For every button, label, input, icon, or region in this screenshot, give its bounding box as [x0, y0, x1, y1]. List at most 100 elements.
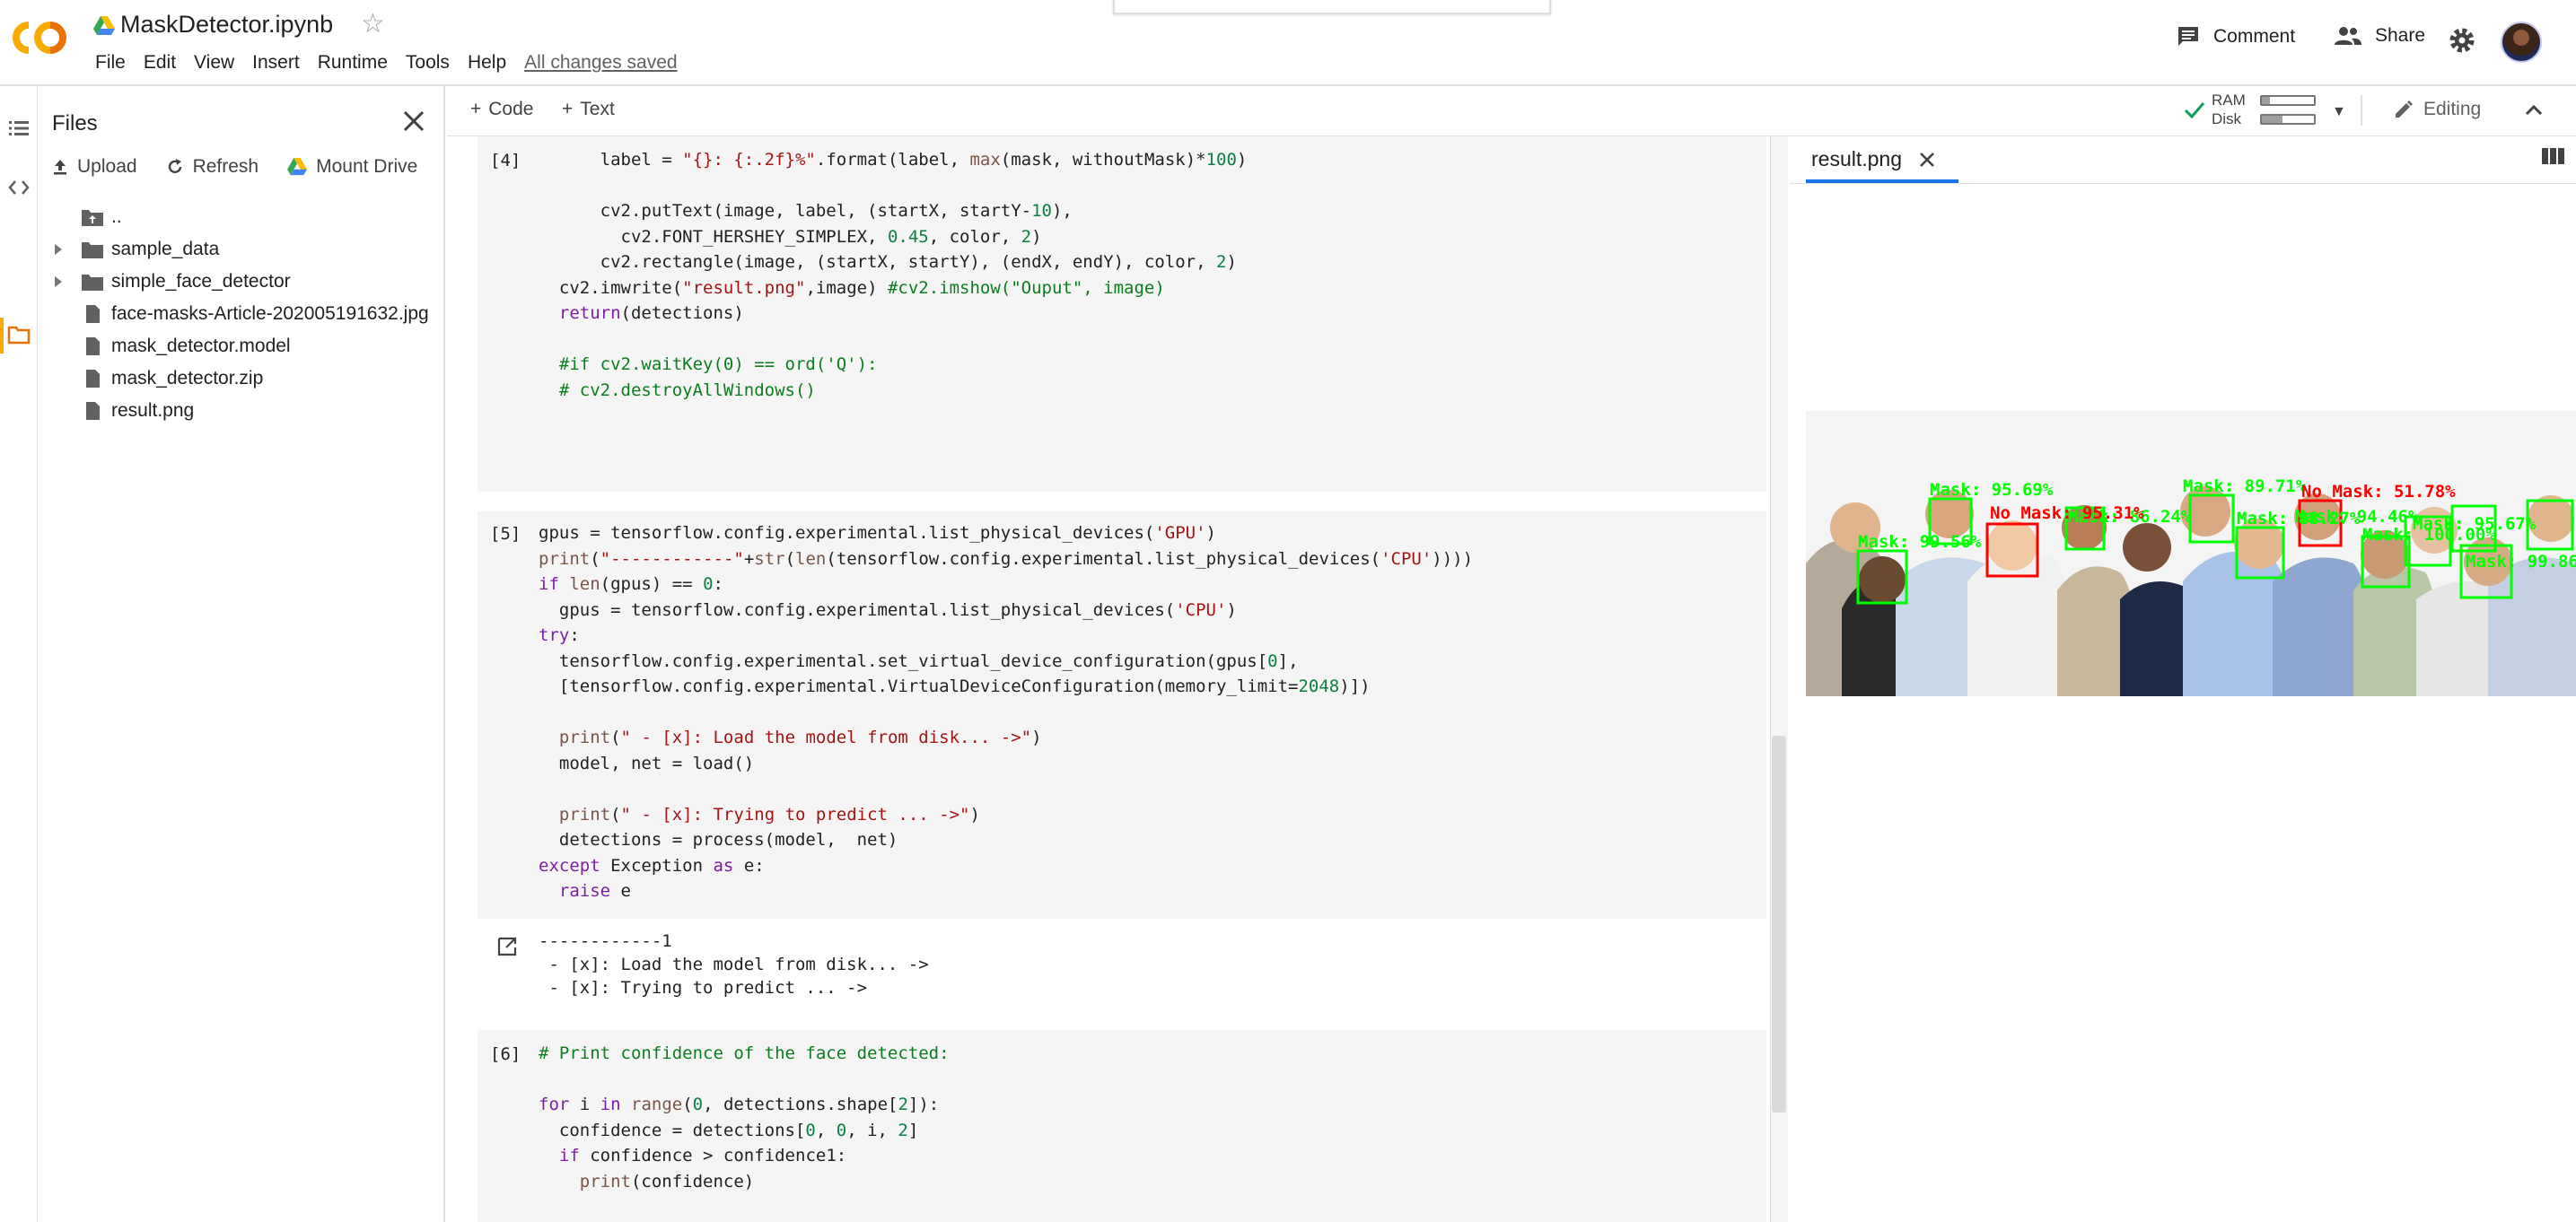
detection-label: No Mask: 95.31% [1990, 503, 2144, 523]
google-drive-icon [93, 16, 115, 35]
refresh-button[interactable]: Refresh [166, 156, 259, 178]
tree-item-mask-detector-model[interactable]: mask_detector.model [38, 330, 445, 362]
comment-label: Comment [2213, 26, 2296, 47]
add-text-label: Text [580, 99, 615, 119]
code-cell[interactable]: [6] # Print confidence of the face detec… [478, 1030, 1846, 1222]
menu-view[interactable]: View [185, 52, 243, 74]
file-icon [86, 402, 100, 420]
tree-item-result-png[interactable]: result.png [38, 395, 445, 427]
expand-arrow-icon[interactable] [52, 275, 65, 288]
pencil-icon [2396, 100, 2413, 118]
cell-execution-count: [5] [490, 524, 521, 544]
files-actions: Upload Refresh Mount Drive [52, 156, 417, 178]
folder-icon [82, 275, 103, 291]
save-status-link[interactable]: All changes saved [515, 52, 686, 74]
file-icon [86, 370, 100, 388]
cell-code[interactable]: # Print confidence of the face detected:… [539, 1041, 950, 1194]
expand-arrow-icon[interactable] [52, 243, 65, 256]
viewer-tab-result-png[interactable]: result.png [1811, 147, 1936, 171]
cell-execution-count: [6] [490, 1044, 521, 1064]
refresh-icon [168, 159, 181, 174]
notebook-title[interactable]: MaskDetector.ipynb [120, 11, 333, 39]
output-menu-icon[interactable] [495, 935, 521, 958]
tree-item-label: mask_detector.model [111, 336, 291, 356]
add-code-button[interactable]: + Code [470, 99, 533, 120]
tree-item-mask-detector-zip[interactable]: mask_detector.zip [38, 362, 445, 395]
ram-usage-bar[interactable] [2260, 95, 2316, 106]
menu-insert[interactable]: Insert [243, 52, 309, 74]
ram-usage-fill [2262, 97, 2270, 104]
user-avatar[interactable] [2501, 22, 2542, 63]
refresh-label: Refresh [192, 156, 259, 177]
detection-label: Mask: 99.86% [2466, 552, 2576, 572]
detection-label: Mask: 95.69% [1930, 480, 2054, 500]
gear-icon[interactable] [2449, 27, 2475, 54]
split-layout-icon[interactable] [2540, 145, 2565, 167]
output-line: ------------1 [539, 931, 672, 951]
folder-icon[interactable] [7, 323, 31, 346]
star-icon[interactable]: ☆ [361, 11, 385, 38]
connected-check-icon [2184, 102, 2205, 119]
tree-item-label: simple_face_detector [111, 271, 291, 292]
tree-item-label: sample_data [111, 239, 220, 259]
plus-icon: + [470, 99, 482, 119]
notebook-toolbar: + Code + Text [447, 86, 1788, 136]
detection-label: No Mask: 51.78% [2301, 482, 2456, 502]
code-snippets-icon[interactable] [7, 176, 31, 199]
editing-mode-button[interactable]: Editing [2393, 99, 2481, 120]
plus-icon: + [562, 99, 574, 119]
tree-item-parent[interactable]: .. [38, 201, 445, 233]
tree-item-label: mask_detector.zip [111, 368, 264, 388]
disk-usage-fill [2262, 116, 2283, 123]
chevron-up-icon[interactable] [2520, 97, 2547, 124]
folder-icon [82, 242, 103, 258]
output-line: - [x]: Trying to predict ... -> [539, 978, 868, 998]
menu-tools[interactable]: Tools [397, 52, 459, 74]
tree-item-sample-data[interactable]: sample_data [38, 233, 445, 266]
tree-item-face-masks-jpg[interactable]: face-masks-Article-202005191632.jpg [38, 298, 445, 330]
cell-code[interactable]: gpus = tensorflow.config.experimental.li… [539, 520, 1473, 904]
viewer-divider [1790, 183, 2576, 184]
disk-usage-bar[interactable] [2260, 114, 2316, 125]
cell-output: ------------1 - [x]: Load the model from… [478, 921, 1766, 1032]
close-icon[interactable] [400, 108, 427, 135]
table-of-contents-icon[interactable] [7, 117, 31, 140]
share-label: Share [2375, 25, 2426, 46]
google-drive-icon [287, 158, 308, 176]
cell-execution-count: [4] [490, 151, 521, 170]
files-panel-title: Files [52, 111, 98, 135]
detection-label: Mask: 100.00% [2362, 525, 2496, 545]
code-cell[interactable]: [5] gpus = tensorflow.config.experimenta… [478, 511, 1846, 919]
cell-code[interactable]: label = "{}: {:.2f}%".format(label, max(… [539, 147, 1247, 403]
file-tree: .. sample_data simple_face_detector face… [38, 201, 445, 427]
upload-icon [54, 160, 66, 175]
code-cell[interactable]: [4] label = "{}: {:.2f}%".format(label, … [478, 136, 1846, 492]
upload-button[interactable]: Upload [52, 156, 137, 178]
notebook-scrollbar-thumb[interactable] [1772, 736, 1786, 1113]
files-panel: Files Upload Refresh Mount Drive .. samp… [38, 86, 445, 1222]
close-icon[interactable] [1918, 151, 1936, 169]
result-image: Mask: 95.69% Mask: 89.71% No Mask: 51.78… [1806, 411, 2576, 696]
menu-file[interactable]: File [86, 52, 135, 74]
detected-faces-photo: Mask: 95.69% Mask: 89.71% No Mask: 51.78… [1806, 411, 2576, 696]
share-button[interactable]: Share [2334, 25, 2425, 47]
toolbar-divider [2361, 95, 2362, 126]
menu-help[interactable]: Help [459, 52, 515, 74]
disk-label: Disk [2212, 110, 2242, 127]
add-text-button[interactable]: + Text [562, 99, 615, 120]
active-indicator [0, 318, 4, 354]
mount-drive-label: Mount Drive [316, 156, 418, 177]
tree-item-simple-face-detector[interactable]: simple_face_detector [38, 266, 445, 298]
menu-edit[interactable]: Edit [135, 52, 185, 74]
mount-drive-button[interactable]: Mount Drive [287, 156, 417, 178]
chevron-down-icon[interactable]: ▼ [2332, 104, 2346, 120]
detection-label: Mask: 99.56% [1858, 532, 1982, 552]
folder-up-icon [82, 210, 103, 226]
viewer-tab-label: result.png [1811, 147, 1903, 170]
colab-logo[interactable] [11, 18, 68, 57]
file-icon [86, 305, 100, 323]
detection-label: Mask: 89.71% [2183, 476, 2307, 496]
editing-label: Editing [2423, 99, 2482, 119]
menu-runtime[interactable]: Runtime [309, 52, 397, 74]
comment-button[interactable]: Comment [2176, 25, 2295, 48]
